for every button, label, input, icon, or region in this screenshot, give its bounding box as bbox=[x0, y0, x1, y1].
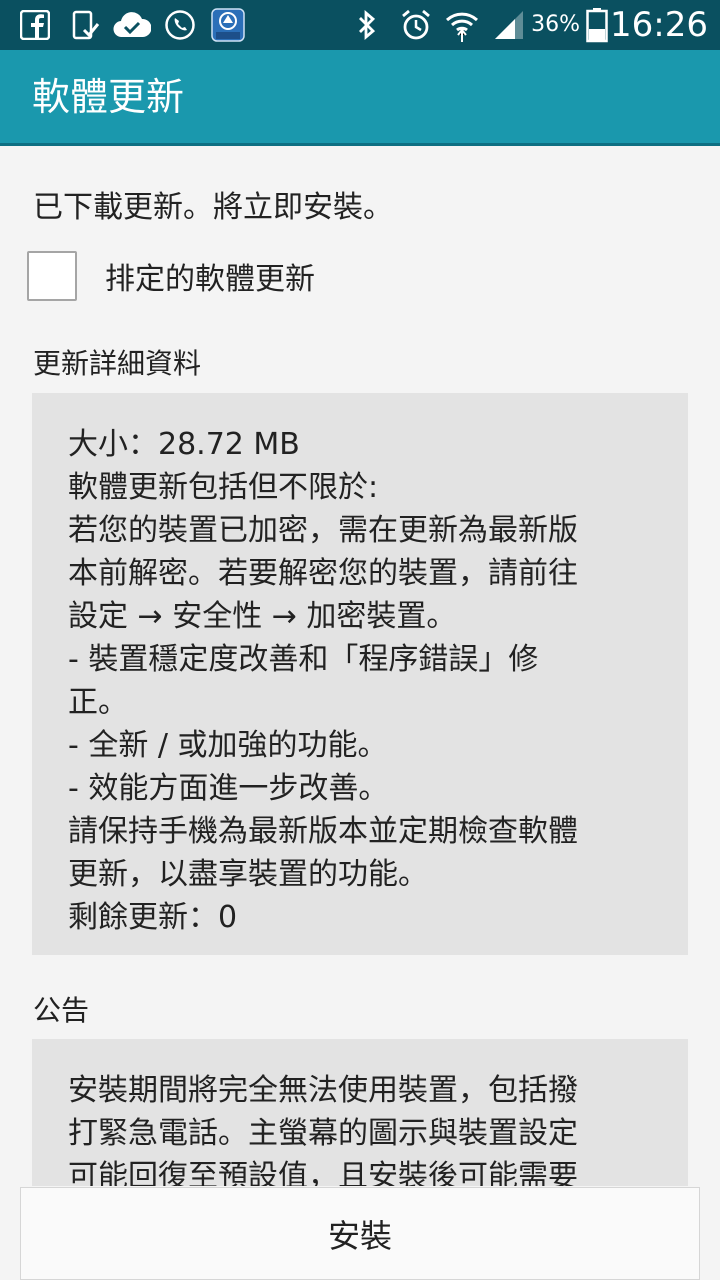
detail-line: 正。 bbox=[68, 685, 128, 720]
clock: 16:26 bbox=[610, 5, 708, 45]
app-bar: 軟體更新 bbox=[0, 50, 720, 146]
detail-line: 大小：28.72 MB bbox=[68, 427, 300, 462]
details-heading: 更新詳細資料 bbox=[33, 347, 202, 380]
detail-line: - 全新 / 或加強的功能。 bbox=[68, 728, 388, 763]
notice-line: 可能回復至預設值，且安裝後可能需要 bbox=[68, 1159, 578, 1186]
notice-text: 安裝期間將完全無法使用裝置，包括撥 打緊急電話。主螢幕的圖示與裝置設定 可能回復… bbox=[68, 1069, 668, 1186]
details-text: 大小：28.72 MB 軟體更新包括但不限於: 若您的裝置已加密，需在更新為最新… bbox=[68, 423, 668, 939]
wifi-icon bbox=[444, 8, 480, 42]
scheduled-update-checkbox[interactable] bbox=[27, 251, 77, 301]
detail-line: 軟體更新包括但不限於: bbox=[68, 470, 379, 505]
battery-percent: 36% bbox=[531, 12, 580, 37]
detail-line: - 裝置穩定度改善和「程序錯誤」修 bbox=[68, 642, 539, 677]
scheduled-update-label[interactable]: 排定的軟體更新 bbox=[105, 254, 315, 298]
facebook-icon bbox=[18, 8, 52, 42]
signal-icon bbox=[492, 8, 526, 42]
notice-box: 安裝期間將完全無法使用裝置，包括撥 打緊急電話。主螢幕的圖示與裝置設定 可能回復… bbox=[32, 1039, 688, 1186]
install-button[interactable]: 安裝 bbox=[20, 1187, 700, 1280]
detail-line: 本前解密。若要解密您的裝置，請前往 bbox=[68, 556, 578, 591]
install-button-label: 安裝 bbox=[327, 1216, 392, 1255]
detail-line: 若您的裝置已加密，需在更新為最新版 bbox=[68, 513, 578, 548]
detail-line: 更新，以盡享裝置的功能。 bbox=[68, 857, 428, 892]
cloud-check-icon bbox=[112, 8, 152, 42]
app-yuanta-icon bbox=[210, 8, 246, 42]
notice-heading: 公告 bbox=[33, 994, 90, 1027]
detail-line: 請保持手機為最新版本並定期檢查軟體 bbox=[68, 814, 578, 849]
notice-line: 安裝期間將完全無法使用裝置，包括撥 bbox=[68, 1073, 578, 1108]
update-status-message: 已下載更新。將立即安裝。 bbox=[33, 190, 393, 225]
alarm-icon bbox=[398, 8, 434, 42]
page-title: 軟體更新 bbox=[32, 75, 185, 119]
download-check-icon bbox=[68, 8, 102, 42]
phone-sync-icon bbox=[162, 8, 198, 42]
status-bar: 36% 16:26 bbox=[0, 0, 720, 50]
detail-line: - 效能方面進一步改善。 bbox=[68, 771, 389, 806]
details-box: 大小：28.72 MB 軟體更新包括但不限於: 若您的裝置已加密，需在更新為最新… bbox=[32, 393, 688, 955]
detail-line: 剩餘更新：0 bbox=[68, 900, 238, 935]
main-content[interactable]: 已下載更新。將立即安裝。 排定的軟體更新 更新詳細資料 大小：28.72 MB … bbox=[0, 146, 720, 1186]
detail-line: 設定 → 安全性 → 加密裝置。 bbox=[68, 599, 457, 634]
battery-icon bbox=[584, 8, 610, 43]
scheduled-update-row[interactable]: 排定的軟體更新 bbox=[27, 249, 687, 303]
bluetooth-icon bbox=[352, 8, 382, 42]
notice-line: 打緊急電話。主螢幕的圖示與裝置設定 bbox=[68, 1116, 578, 1151]
